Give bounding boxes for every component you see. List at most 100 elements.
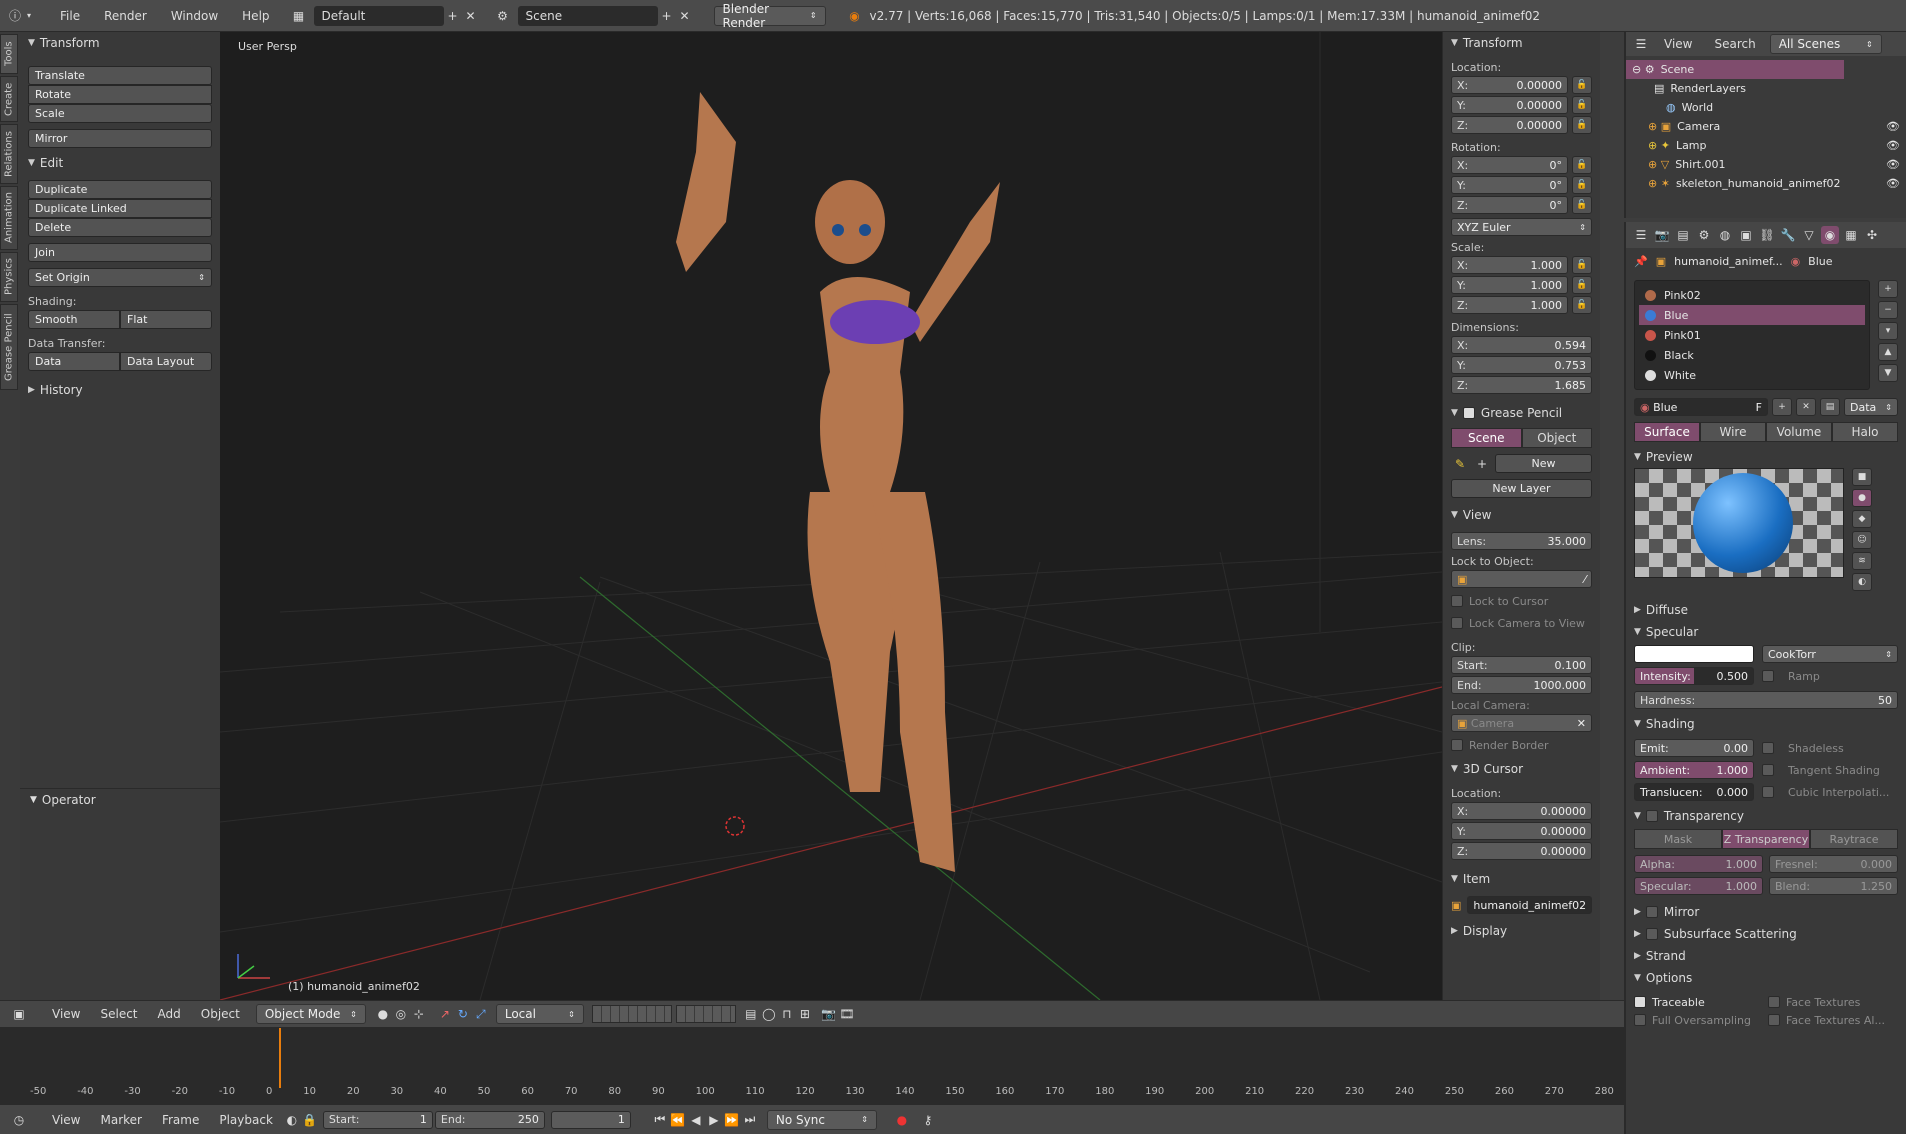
- shadeless-checkbox[interactable]: [1762, 742, 1774, 754]
- blend-field[interactable]: Blend: 1.250: [1769, 877, 1898, 895]
- ambient-field[interactable]: Ambient: 1.000: [1634, 761, 1754, 779]
- menu-marker[interactable]: Marker: [90, 1113, 151, 1127]
- clip-start-field[interactable]: Start: 0.100: [1451, 656, 1592, 674]
- texture-tab-icon[interactable]: ▦: [1842, 226, 1860, 244]
- cursor-x-field[interactable]: X: 0.00000: [1451, 802, 1592, 820]
- full-oversampling-checkbox[interactable]: [1634, 1014, 1646, 1026]
- lock-to-cursor-row[interactable]: Lock to Cursor: [1451, 592, 1592, 610]
- tree-item-renderlayers[interactable]: ▤ RenderLayers: [1626, 79, 1906, 98]
- hardness-field[interactable]: Hardness: 50: [1634, 691, 1898, 709]
- add-scene-icon[interactable]: +: [658, 7, 676, 25]
- keying-set-icon[interactable]: ⚷: [919, 1111, 937, 1129]
- lock-camera-checkbox[interactable]: [1451, 617, 1463, 629]
- info-icon[interactable]: ⓘ: [6, 7, 24, 25]
- raytrace-tab[interactable]: Raytrace: [1810, 829, 1898, 849]
- rotate-manipulator-icon[interactable]: ↻: [454, 1005, 472, 1023]
- traceable-checkbox[interactable]: [1634, 996, 1646, 1008]
- unlink-material-icon[interactable]: ✕: [1796, 398, 1816, 416]
- scale-button[interactable]: Scale: [28, 104, 212, 123]
- close-icon[interactable]: ✕: [1577, 717, 1586, 730]
- sync-select[interactable]: No Sync ⇕: [766, 1109, 877, 1130]
- move-down-icon[interactable]: ▼: [1878, 364, 1898, 382]
- alpha-field[interactable]: Alpha: 1.000: [1634, 855, 1763, 873]
- render-layer-icon[interactable]: ▤: [742, 1005, 760, 1023]
- tree-item-scene[interactable]: ⊖ ⚙ Scene: [1626, 60, 1844, 79]
- options-panel-header[interactable]: ▼ Options: [1634, 967, 1898, 989]
- scene-icon[interactable]: ⚙: [494, 7, 512, 25]
- delete-button[interactable]: Delete: [28, 218, 212, 237]
- menu-help[interactable]: Help: [230, 9, 281, 23]
- cursor-z-field[interactable]: Z: 0.00000: [1451, 842, 1592, 860]
- lock-icon[interactable]: 🔓: [1572, 96, 1592, 114]
- mirror-panel-header[interactable]: ▶ Mirror: [1634, 901, 1898, 923]
- scale-y-field[interactable]: Y: 1.000: [1451, 276, 1568, 294]
- scene-field[interactable]: Scene: [517, 5, 658, 26]
- scale-manipulator-icon[interactable]: ⤢: [472, 1005, 490, 1023]
- menu-view[interactable]: View: [1656, 37, 1700, 51]
- edit-panel-header[interactable]: ▼ Edit: [20, 152, 220, 174]
- remove-slot-icon[interactable]: −: [1878, 301, 1898, 319]
- specular-intensity-field[interactable]: Intensity: 0.500: [1634, 667, 1754, 685]
- tree-item-skeleton[interactable]: ⊕ ✶ skeleton_humanoid_animef02 👁: [1626, 174, 1906, 193]
- data-button[interactable]: Data: [28, 352, 120, 371]
- data-tab-icon[interactable]: ▽: [1800, 226, 1818, 244]
- menu-add[interactable]: Add: [148, 1007, 191, 1021]
- visibility-eye-icon[interactable]: 👁: [1886, 158, 1900, 171]
- tree-item-camera[interactable]: ⊕ ▣ Camera 👁: [1626, 117, 1906, 136]
- diffuse-panel-header[interactable]: ▶ Diffuse: [1634, 599, 1898, 621]
- current-frame-field[interactable]: 1: [550, 1110, 631, 1129]
- lock-icon[interactable]: 🔓: [1572, 256, 1592, 274]
- transform-panel-header[interactable]: ▼ Transform: [1451, 32, 1592, 54]
- eyedropper-icon[interactable]: ⁄: [1584, 573, 1586, 586]
- preview-cube-icon[interactable]: ◆: [1852, 510, 1872, 528]
- local-camera-field[interactable]: ▣ Camera ✕: [1451, 714, 1592, 732]
- sss-checkbox[interactable]: [1645, 928, 1658, 940]
- cubic-checkbox[interactable]: [1762, 786, 1774, 798]
- gp-new-layer-button[interactable]: New Layer: [1451, 479, 1592, 498]
- strand-panel-header[interactable]: ▶ Strand: [1634, 945, 1898, 967]
- history-panel-header[interactable]: ▶ History: [20, 379, 220, 401]
- halo-tab[interactable]: Halo: [1832, 422, 1898, 442]
- face-textures-checkbox[interactable]: [1768, 996, 1780, 1008]
- dimension-x-field[interactable]: X: 0.594: [1451, 336, 1592, 354]
- editor-type-icon[interactable]: ☰: [1632, 226, 1650, 244]
- editor-type-icon[interactable]: ◷: [10, 1111, 28, 1129]
- visibility-eye-icon[interactable]: 👁: [1886, 139, 1900, 152]
- cursor-y-field[interactable]: Y: 0.00000: [1451, 822, 1592, 840]
- menu-render[interactable]: Render: [92, 9, 159, 23]
- proportional-edit-icon[interactable]: ◯: [760, 1005, 778, 1023]
- mirror-checkbox[interactable]: [1645, 906, 1658, 918]
- render-tab-icon[interactable]: 📷: [1653, 226, 1671, 244]
- lock-icon[interactable]: 🔓: [1572, 276, 1592, 294]
- layers-grid-icon-2[interactable]: [675, 1005, 736, 1023]
- layers-grid-icon[interactable]: [591, 1005, 672, 1023]
- sss-panel-header[interactable]: ▶ Subsurface Scattering: [1634, 923, 1898, 945]
- tab-animation[interactable]: Animation: [0, 186, 18, 250]
- jump-start-icon[interactable]: ⏮: [651, 1111, 669, 1129]
- menu-frame[interactable]: Frame: [152, 1113, 209, 1127]
- 3d-cursor-panel-header[interactable]: ▼ 3D Cursor: [1451, 758, 1592, 780]
- preview-sky-icon[interactable]: ◐: [1852, 573, 1872, 591]
- material-slot[interactable]: Black: [1639, 345, 1865, 365]
- scene-tab-icon[interactable]: ⚙: [1695, 226, 1713, 244]
- close-scene-icon[interactable]: ✕: [676, 7, 694, 25]
- menu-file[interactable]: File: [48, 9, 92, 23]
- item-panel-header[interactable]: ▼ Item: [1451, 868, 1592, 890]
- lock-icon[interactable]: 🔓: [1572, 116, 1592, 134]
- preview-panel-header[interactable]: ▼ Preview: [1634, 446, 1898, 468]
- material-name-field[interactable]: ◉ Blue F: [1634, 398, 1768, 416]
- data-layout-button[interactable]: Data Layout: [120, 352, 212, 371]
- add-slot-icon[interactable]: +: [1878, 280, 1898, 298]
- lock-icon[interactable]: 🔓: [1572, 196, 1592, 214]
- location-z-field[interactable]: Z: 0.00000: [1451, 116, 1568, 134]
- layout-field[interactable]: Default: [313, 5, 444, 26]
- editor-type-icon[interactable]: ☰: [1632, 35, 1650, 53]
- jump-end-icon[interactable]: ⏭: [741, 1111, 759, 1129]
- snap-icon[interactable]: ⊓: [778, 1005, 796, 1023]
- dimension-z-field[interactable]: Z: 1.685: [1451, 376, 1592, 394]
- item-name-field[interactable]: humanoid_animef02: [1467, 896, 1593, 914]
- location-x-field[interactable]: X: 0.00000: [1451, 76, 1568, 94]
- end-frame-field[interactable]: End: 250: [434, 1110, 545, 1129]
- operator-panel-header[interactable]: ▼ Operator: [20, 788, 220, 810]
- join-button[interactable]: Join: [28, 243, 212, 262]
